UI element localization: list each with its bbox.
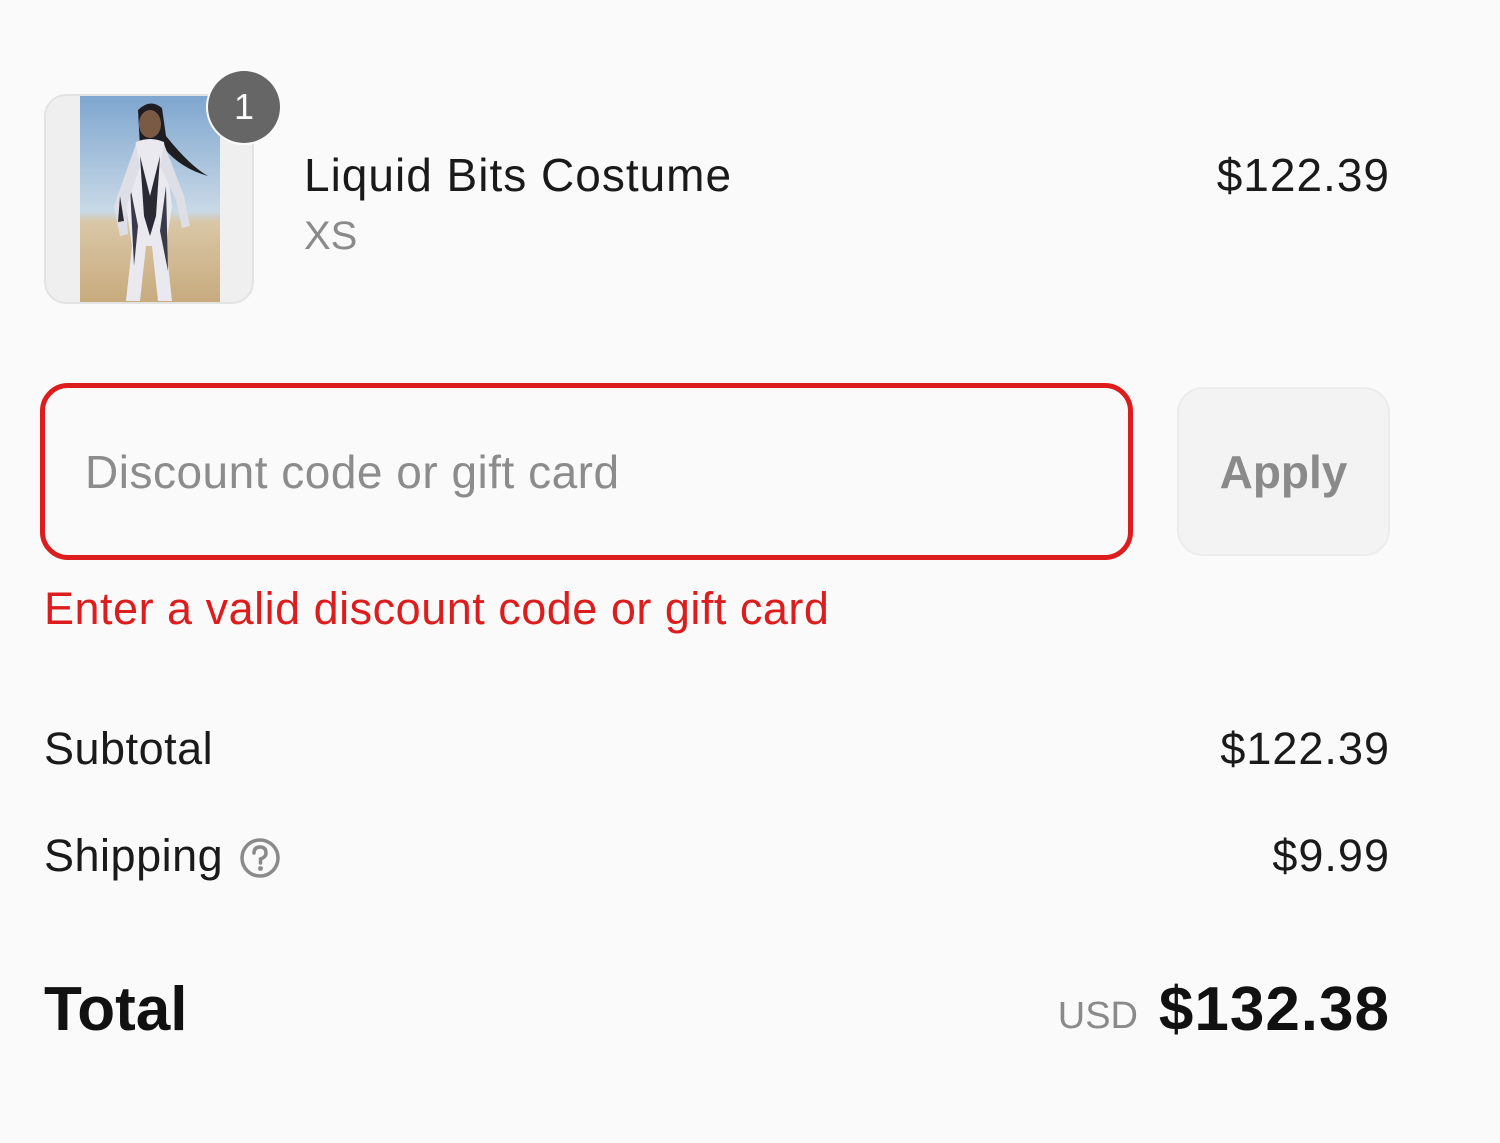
quantity-badge: 1 (208, 71, 280, 143)
discount-code-input[interactable] (40, 383, 1133, 560)
question-circle-icon[interactable] (238, 836, 282, 880)
product-photo (80, 96, 220, 302)
shipping-value: $9.99 (1272, 830, 1390, 881)
subtotal-label: Subtotal (44, 723, 214, 774)
product-price: $122.39 (1216, 149, 1390, 201)
shipping-label: Shipping (44, 830, 224, 881)
product-variant: XS (304, 214, 358, 258)
currency-code: USD (1057, 995, 1138, 1037)
product-title: Liquid Bits Costume (304, 149, 733, 201)
line-item: 1 Liquid Bits Costume XS $122.39 (44, 71, 1390, 306)
apply-button[interactable]: Apply (1177, 387, 1390, 556)
total-label: Total (44, 975, 188, 1044)
total-value: $132.38 (1158, 975, 1390, 1044)
discount-error-message: Enter a valid discount code or gift card (44, 583, 830, 634)
order-summary: 1 Liquid Bits Costume XS $122.39 Apply E… (0, 0, 1500, 1143)
subtotal-value: $122.39 (1220, 723, 1390, 774)
